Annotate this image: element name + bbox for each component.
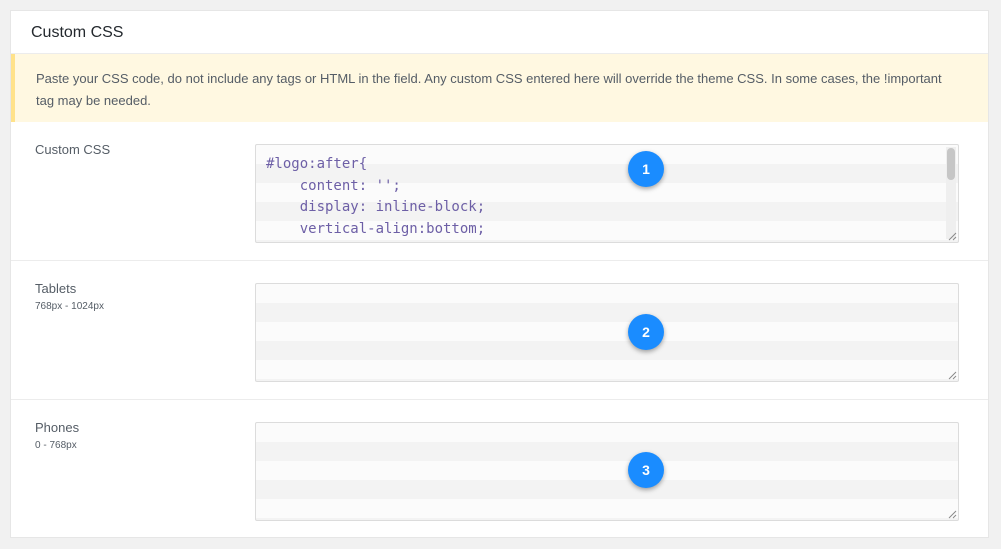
- row-label: Tablets 768px - 1024px: [35, 281, 104, 312]
- step-badge-1: 1: [628, 151, 664, 187]
- phones-range: 0 - 768px: [35, 440, 77, 451]
- tablets-range: 768px - 1024px: [35, 301, 104, 312]
- scrollbar-thumb[interactable]: [947, 148, 955, 180]
- custom-css-row: Custom CSS #logo:after{ content: ''; dis…: [11, 122, 988, 261]
- custom-css-code[interactable]: #logo:after{ content: ''; display: inlin…: [256, 145, 958, 242]
- tablets-css-editor[interactable]: [255, 283, 959, 382]
- tablets-label: Tablets: [35, 281, 77, 296]
- phones-label: Phones: [35, 420, 80, 435]
- phones-css-code[interactable]: [256, 423, 958, 432]
- custom-css-editor[interactable]: #logo:after{ content: ''; display: inlin…: [255, 144, 959, 243]
- custom-css-panel: Custom CSS Paste your CSS code, do not i…: [10, 10, 989, 538]
- panel-title: Custom CSS: [11, 11, 988, 54]
- custom-css-label: Custom CSS: [35, 142, 111, 157]
- resize-grip-icon[interactable]: [948, 371, 957, 380]
- notice-message: Paste your CSS code, do not include any …: [11, 54, 988, 122]
- step-badge-2: 2: [628, 314, 664, 350]
- resize-grip-icon[interactable]: [948, 510, 957, 519]
- tablets-css-code[interactable]: [256, 284, 958, 293]
- step-badge-3: 3: [628, 452, 664, 488]
- row-label: Phones 0 - 768px: [35, 420, 79, 451]
- row-label: Custom CSS: [35, 142, 110, 157]
- phones-row: Phones 0 - 768px 3: [11, 400, 988, 539]
- resize-grip-icon[interactable]: [948, 232, 957, 241]
- editor-scrollbar[interactable]: [946, 147, 956, 239]
- phones-css-editor[interactable]: [255, 422, 959, 521]
- tablets-row: Tablets 768px - 1024px 2: [11, 261, 988, 400]
